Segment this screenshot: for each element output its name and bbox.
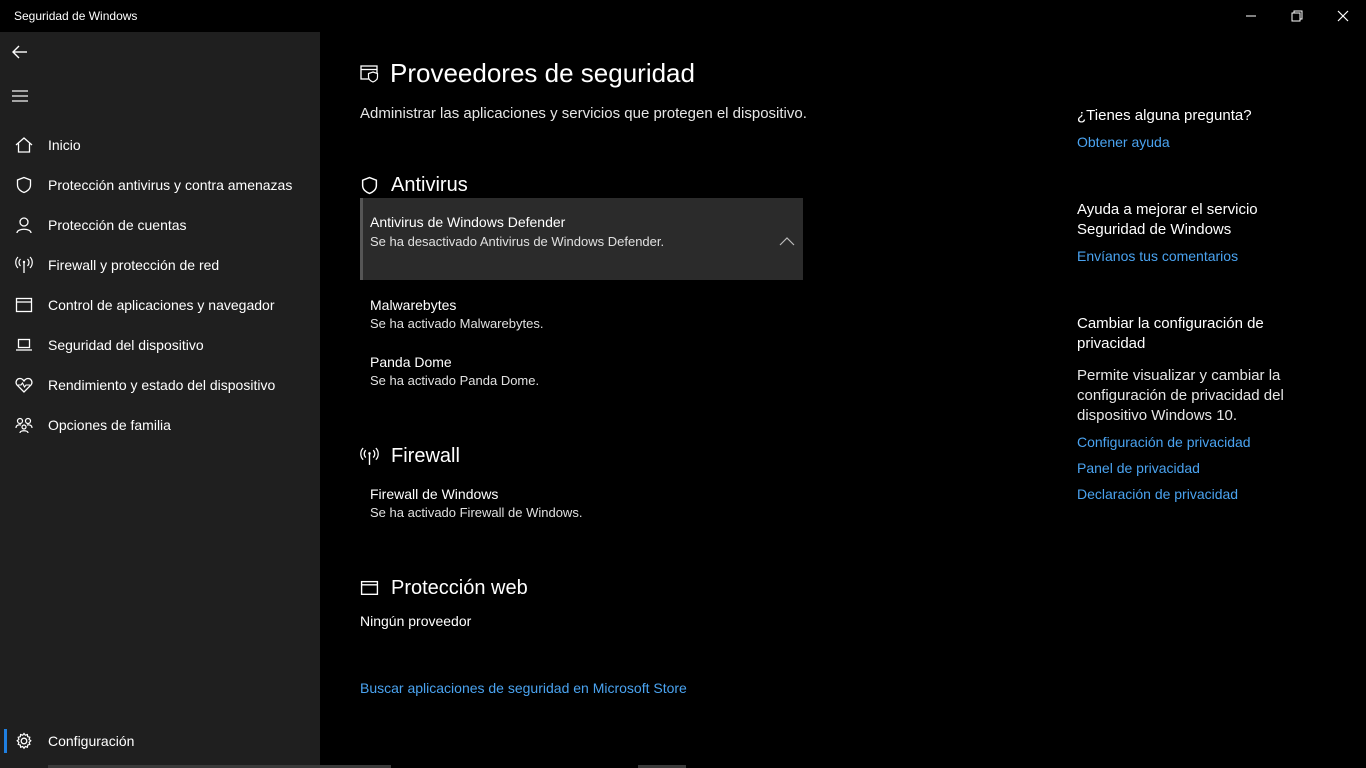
antivirus-heading: Antivirus	[391, 174, 468, 196]
privacy-text-line-2: configuración de privacidad del	[1077, 387, 1284, 404]
privacy-title-line-2: privacidad	[1077, 335, 1146, 352]
home-icon	[0, 125, 48, 165]
family-icon	[0, 405, 48, 445]
app-browser-icon	[0, 285, 48, 325]
provider-malwarebytes: Malwarebytes Se ha activado Malwarebytes…	[370, 297, 543, 331]
shield-icon	[361, 176, 378, 195]
provider-name: Malwarebytes	[370, 297, 457, 313]
provider-name: Panda Dome	[370, 354, 452, 370]
sidebar-item-label: Inicio	[48, 137, 81, 153]
provider-status: Se ha activado Malwarebytes.	[370, 316, 544, 331]
sidebar-item-device-security[interactable]: Seguridad del dispositivo	[0, 325, 320, 365]
sidebar-item-label: Configuración	[48, 733, 135, 749]
page-subtitle: Administrar las aplicaciones y servicios…	[360, 105, 807, 122]
minimize-icon	[1246, 15, 1256, 17]
sidebar-item-firewall[interactable]: Firewall y protección de red	[0, 245, 320, 285]
page-title: Proveedores de seguridad	[390, 58, 695, 88]
sidebar-item-label: Protección antivirus y contra amenazas	[48, 177, 293, 193]
privacy-text-line-1: Permite visualizar y cambiar la	[1077, 367, 1281, 384]
person-icon	[0, 205, 48, 245]
provider-status: Se ha activado Panda Dome.	[370, 373, 540, 388]
sidebar-item-label: Rendimiento y estado del dispositivo	[48, 377, 276, 393]
provider-name: Firewall de Windows	[370, 486, 499, 502]
privacy-statement-link[interactable]: Declaración de privacidad	[1077, 486, 1238, 502]
sidebar-item-antivirus[interactable]: Protección antivirus y contra amenazas	[0, 165, 320, 205]
sidebar-item-family[interactable]: Opciones de familia	[0, 405, 320, 445]
store-link[interactable]: Buscar aplicaciones de seguridad en Micr…	[360, 680, 687, 696]
firewall-heading: Firewall	[391, 445, 460, 467]
no-provider-text: Ningún proveedor	[360, 613, 472, 629]
improve-line-2: Seguridad de Windows	[1077, 221, 1232, 238]
improve-line-1: Ayuda a mejorar el servicio	[1077, 201, 1258, 218]
provider-windows-firewall: Firewall de Windows Se ha activado Firew…	[370, 486, 582, 520]
sidebar-item-performance[interactable]: Rendimiento y estado del dispositivo	[0, 365, 320, 405]
sidebar-item-label: Control de aplicaciones y navegador	[48, 297, 275, 313]
antivirus-section-header: Antivirus	[360, 174, 468, 197]
back-arrow-icon	[12, 45, 27, 59]
minimize-button[interactable]	[1228, 0, 1274, 32]
heart-icon	[0, 365, 48, 405]
shield-icon	[0, 165, 48, 205]
sidebar-item-label: Opciones de familia	[48, 417, 171, 433]
shield-browser-icon	[360, 64, 379, 83]
provider-status: Se ha desactivado Antivirus de Windows D…	[370, 234, 665, 249]
restore-button[interactable]	[1274, 0, 1320, 32]
help-link[interactable]: Obtener ayuda	[1077, 134, 1170, 150]
provider-card-defender[interactable]: Antivirus de Windows Defender Se ha desa…	[360, 198, 803, 280]
web-protection-heading: Protección web	[391, 577, 528, 599]
window-title: Seguridad de Windows	[14, 9, 138, 23]
privacy-dashboard-link[interactable]: Panel de privacidad	[1077, 460, 1200, 476]
provider-name: Antivirus de Windows Defender	[370, 214, 566, 230]
question-heading: ¿Tienes alguna pregunta?	[1077, 107, 1252, 124]
close-icon	[1337, 10, 1349, 22]
laptop-icon	[0, 325, 48, 365]
provider-panda: Panda Dome Se ha activado Panda Dome.	[370, 354, 539, 388]
antenna-icon	[0, 245, 48, 285]
sidebar: Inicio Protección antivirus y contra ame…	[0, 32, 320, 768]
feedback-link[interactable]: Envíanos tus comentarios	[1077, 248, 1238, 264]
privacy-title-line-1: Cambiar la configuración de	[1077, 315, 1264, 332]
sidebar-item-cuentas[interactable]: Protección de cuentas	[0, 205, 320, 245]
sidebar-item-label: Seguridad del dispositivo	[48, 337, 204, 353]
provider-status: Se ha activado Firewall de Windows.	[370, 505, 583, 520]
antenna-icon	[360, 447, 379, 465]
sidebar-item-label: Firewall y protección de red	[48, 257, 220, 273]
app-browser-icon	[360, 580, 379, 595]
sidebar-item-settings[interactable]: Configuración	[0, 721, 320, 761]
privacy-settings-link[interactable]: Configuración de privacidad	[1077, 434, 1251, 450]
sidebar-item-label: Protección de cuentas	[48, 217, 187, 233]
title-bar: Seguridad de Windows	[0, 0, 1366, 32]
privacy-text-line-3: dispositivo Windows 10.	[1077, 407, 1238, 424]
close-button[interactable]	[1320, 0, 1366, 32]
menu-button[interactable]	[0, 76, 40, 116]
sidebar-item-app-control[interactable]: Control de aplicaciones y navegador	[0, 285, 320, 325]
sidebar-item-inicio[interactable]: Inicio	[0, 125, 320, 165]
restore-icon	[1291, 10, 1303, 22]
back-button[interactable]	[0, 32, 40, 72]
page-header: Proveedores de seguridad	[360, 58, 695, 89]
web-protection-section-header: Protección web	[360, 577, 528, 600]
gear-icon	[0, 721, 48, 761]
chevron-up-icon[interactable]	[779, 236, 795, 246]
firewall-section-header: Firewall	[360, 445, 460, 468]
hamburger-icon	[12, 90, 28, 102]
